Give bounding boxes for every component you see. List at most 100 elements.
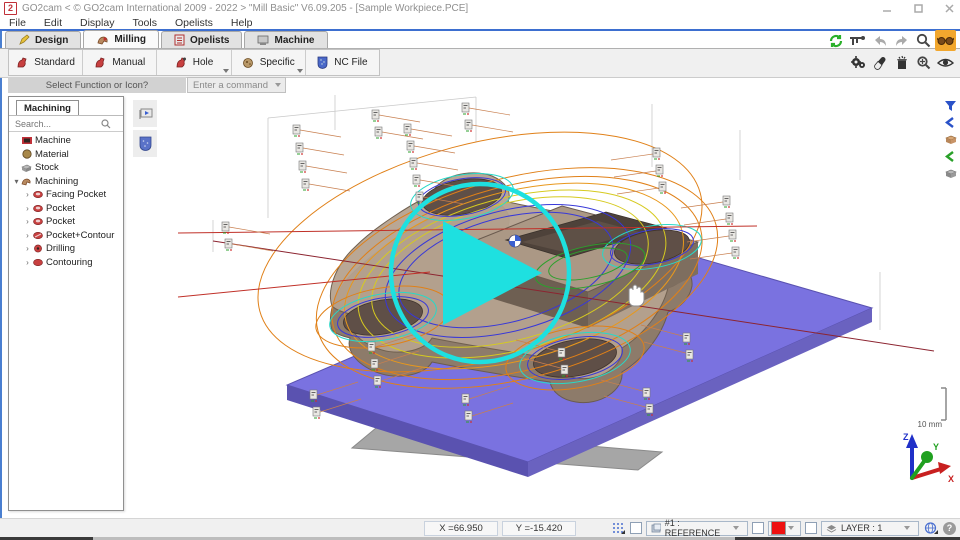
tree-item-machine[interactable]: Machine [9, 134, 123, 148]
milling-toolbar: Standard Manual Hole Specific NC File [8, 49, 380, 76]
menu-file[interactable]: File [0, 17, 35, 29]
grid-toggle-button[interactable] [610, 521, 626, 535]
tree-label: Machining [35, 176, 78, 187]
tree-label: Material [35, 149, 69, 160]
toolpath-tag [302, 179, 350, 191]
tree-label: Stock [35, 162, 59, 173]
chevron-expanded-icon[interactable]: ▾ [12, 177, 21, 186]
clean-button[interactable] [891, 52, 912, 73]
reference-plane-combobox[interactable]: #1 : REFERENCE [646, 521, 748, 536]
scale-bar: 10 mm [918, 388, 946, 429]
standard-tool-icon [16, 56, 28, 69]
zoom-button[interactable] [913, 30, 934, 51]
specific-button[interactable]: Specific [232, 50, 306, 75]
button-label: Hole [193, 57, 214, 68]
chevron-collapsed-icon[interactable]: › [23, 244, 32, 253]
tree-item-machining[interactable]: ▾ Machining [9, 175, 123, 189]
manual-tool-icon [94, 56, 106, 69]
regenerate-button[interactable] [825, 30, 846, 51]
dynamic-view-button[interactable] [935, 52, 956, 73]
tree-item-material[interactable]: Material [9, 148, 123, 162]
stock-view-button[interactable] [942, 166, 958, 181]
layer-checkbox[interactable] [805, 522, 817, 534]
tab-design[interactable]: Design [5, 31, 81, 48]
zoom-extents-button[interactable] [913, 52, 934, 73]
tree-item-pocket-2[interactable]: › Pocket [9, 215, 123, 229]
button-label: Manual [112, 57, 145, 68]
hole-button[interactable]: Hole [157, 50, 231, 75]
tab-milling[interactable]: Milling [83, 30, 159, 48]
nc-file-button[interactable]: NC File [306, 50, 379, 75]
redo-button[interactable] [891, 30, 912, 51]
tree-item-drilling[interactable]: › Drilling [9, 242, 123, 256]
pencil-icon [18, 34, 30, 46]
pocket-contour-op-icon [32, 230, 43, 240]
menu-edit[interactable]: Edit [35, 17, 71, 29]
layer-value: LAYER : 1 [841, 523, 882, 533]
layer-combobox[interactable]: LAYER : 1 [821, 521, 919, 536]
solid-box-icon [944, 134, 957, 145]
command-combobox[interactable]: Enter a command [187, 77, 286, 93]
tree-item-stock[interactable]: Stock [9, 161, 123, 175]
tree-item-contouring[interactable]: › Contouring [9, 256, 123, 270]
close-button[interactable] [945, 4, 954, 13]
maximize-button[interactable] [914, 4, 923, 13]
menu-help[interactable]: Help [222, 17, 262, 29]
tab-opelists[interactable]: Opelists [161, 31, 242, 48]
prev-solid-button[interactable] [942, 115, 958, 130]
funnel-icon [944, 100, 957, 112]
view-orientation-button[interactable] [923, 521, 939, 535]
color-checkbox[interactable] [752, 522, 764, 534]
filter-button[interactable] [942, 98, 958, 113]
tree-label: Pocket [46, 216, 75, 227]
tree-label: Drilling [46, 243, 75, 254]
view-glasses-button[interactable] [935, 30, 956, 51]
menu-tools[interactable]: Tools [123, 17, 166, 29]
tree-label: Pocket [46, 203, 75, 214]
help-button[interactable]: ? [943, 522, 956, 535]
erase-button[interactable] [869, 52, 890, 73]
title-bar: 2 GO2cam < © GO2cam International 2009 -… [0, 0, 960, 17]
refresh-icon [828, 33, 844, 49]
chevron-collapsed-icon[interactable]: › [23, 190, 32, 199]
machining-panel-tab[interactable]: Machining [16, 100, 79, 116]
chevron-left-blue-icon [945, 117, 955, 128]
chevron-down-icon [275, 83, 281, 87]
menu-opelists[interactable]: Opelists [166, 17, 222, 29]
x-coordinate: X =66.950 [424, 521, 498, 536]
caliper-icon [849, 34, 866, 48]
grid-icon [612, 522, 625, 535]
chevron-collapsed-icon[interactable]: › [23, 258, 32, 267]
solid-view-button[interactable] [942, 132, 958, 147]
tab-machine[interactable]: Machine [244, 31, 327, 48]
settings-button[interactable] [847, 52, 868, 73]
button-label: Specific [260, 57, 295, 68]
chevron-collapsed-icon[interactable]: › [23, 231, 32, 240]
plane-checkbox[interactable] [630, 522, 642, 534]
nc-shield-button[interactable] [133, 130, 157, 157]
search-input[interactable] [13, 118, 101, 130]
tree-item-pocket-contour[interactable]: › Pocket+Contour [9, 229, 123, 243]
window-title: GO2cam < © GO2cam International 2009 - 2… [22, 3, 468, 14]
chevron-collapsed-icon[interactable]: › [23, 204, 32, 213]
search-icon [101, 119, 111, 129]
specific-sphere-icon [242, 57, 254, 69]
manual-button[interactable]: Manual [83, 50, 157, 75]
color-picker[interactable] [768, 521, 801, 536]
measure-button[interactable] [847, 30, 868, 51]
tree-item-pocket-1[interactable]: › Pocket [9, 202, 123, 216]
gears-icon [850, 55, 866, 70]
tree-item-facing-pocket[interactable]: › Facing Pocket [9, 188, 123, 202]
menu-display[interactable]: Display [71, 17, 123, 29]
drilling-op-icon [32, 244, 43, 254]
prev-stock-button[interactable] [942, 149, 958, 164]
toolpath-tag [410, 158, 458, 170]
minimize-button[interactable] [883, 4, 892, 13]
simulation-button[interactable] [133, 100, 157, 127]
chevron-collapsed-icon[interactable]: › [23, 217, 32, 226]
machining-panel: Machining Machine Material Stock ▾ Machi… [8, 96, 124, 511]
stock-box-icon [944, 168, 957, 179]
standard-button[interactable]: Standard [9, 50, 83, 75]
undo-button[interactable] [869, 30, 890, 51]
tree-label: Machine [35, 135, 71, 146]
